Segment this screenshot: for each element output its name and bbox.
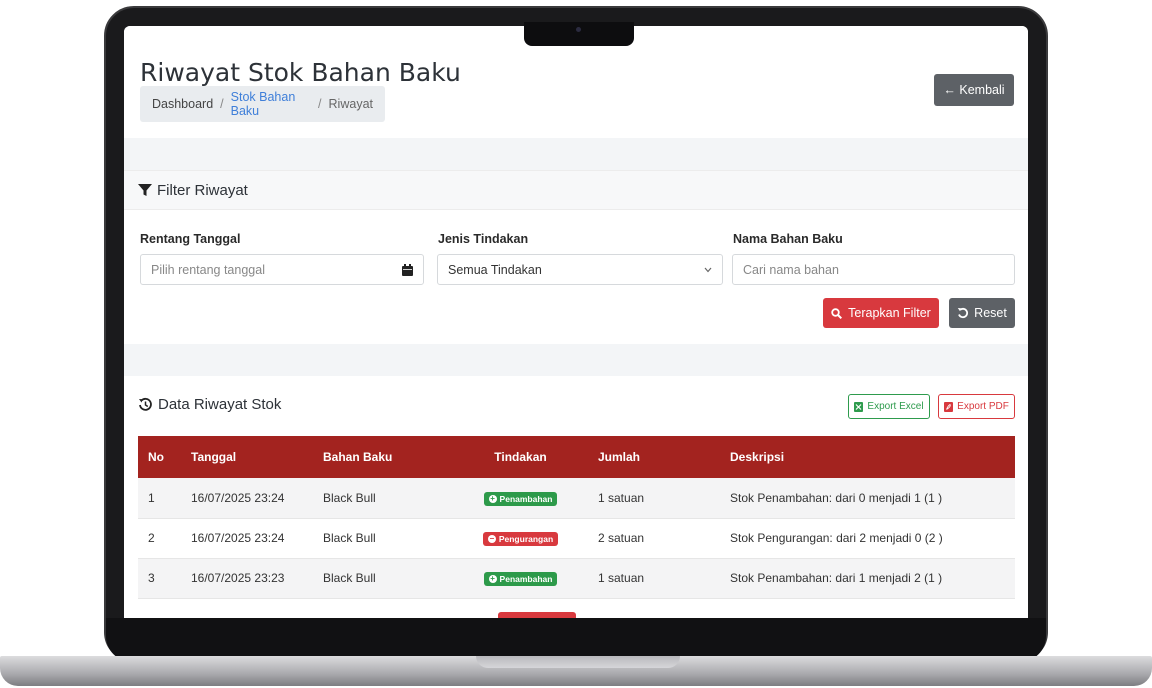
cell-item: Black Bull bbox=[313, 558, 453, 599]
breadcrumb-separator: / bbox=[220, 97, 224, 111]
cell-description: Stok Penambahan: dari 0 menjadi 1 (1 ) bbox=[720, 478, 1015, 519]
export-excel-button[interactable]: Export Excel bbox=[848, 394, 930, 419]
cell-amount: 1 satuan bbox=[588, 558, 720, 599]
action-type-value: Semua Tindakan bbox=[448, 262, 542, 277]
reset-button[interactable]: Reset bbox=[949, 298, 1015, 328]
column-header: Deskripsi bbox=[730, 450, 785, 464]
cell-action: + Penambahan bbox=[453, 558, 588, 599]
material-name-label: Nama Bahan Baku bbox=[733, 232, 843, 246]
action-badge-subtract: − Pengurangan bbox=[482, 532, 559, 546]
back-button[interactable]: ← Kembali bbox=[934, 74, 1014, 106]
laptop-opening-groove bbox=[476, 656, 680, 668]
table-header-row: No Tanggal Bahan Baku Tindakan Jumlah De… bbox=[138, 436, 1015, 478]
plus-circle-icon: + bbox=[488, 493, 497, 503]
cell-item: Black Bull bbox=[313, 518, 453, 559]
reset-label: Reset bbox=[974, 306, 1007, 320]
search-icon bbox=[831, 307, 843, 319]
breadcrumb-separator: / bbox=[318, 97, 322, 111]
date-range-placeholder: Pilih rentang tanggal bbox=[151, 262, 265, 277]
column-header: Tindakan bbox=[494, 450, 547, 464]
section-gap bbox=[124, 344, 1028, 376]
cell-date: 16/07/2025 23:24 bbox=[181, 518, 313, 559]
export-pdf-label: Export PDF bbox=[957, 401, 1009, 412]
plus-circle-icon: + bbox=[488, 574, 497, 583]
material-name-placeholder: Cari nama bahan bbox=[743, 262, 839, 277]
undo-icon bbox=[957, 307, 969, 319]
cell-no: 3 bbox=[138, 558, 181, 599]
pdf-file-icon bbox=[944, 401, 954, 412]
cell-date: 16/07/2025 23:23 bbox=[181, 558, 313, 599]
date-range-input[interactable]: Pilih rentang tanggal bbox=[140, 254, 424, 285]
breadcrumb-stok-bahan-baku[interactable]: Stok Bahan Baku bbox=[231, 90, 311, 118]
screen: Riwayat Stok Bahan Baku Dashboard / Stok… bbox=[124, 26, 1028, 618]
data-card-header: Data Riwayat Stok bbox=[138, 396, 281, 413]
action-type-label: Jenis Tindakan bbox=[438, 232, 529, 246]
history-icon bbox=[139, 397, 152, 411]
breadcrumb: Dashboard / Stok Bahan Baku / Riwayat bbox=[140, 86, 385, 122]
action-badge-add: + Penambahan bbox=[483, 572, 558, 586]
cell-action: + Penambahan bbox=[453, 478, 588, 519]
table-row: 3 16/07/2025 23:23 Black Bull + Penambaha… bbox=[138, 558, 1015, 599]
section-gap bbox=[124, 138, 1028, 170]
cell-action: − Pengurangan bbox=[453, 518, 588, 559]
badge-label: Pengurangan bbox=[498, 534, 554, 544]
chevron-down-icon bbox=[704, 267, 712, 272]
cell-description: Stok Pengurangan: dari 2 menjadi 0 (2 ) bbox=[720, 518, 1015, 559]
excel-file-icon bbox=[854, 401, 864, 412]
column-header: Bahan Baku bbox=[323, 450, 393, 464]
column-header: No bbox=[148, 450, 164, 464]
calendar-icon bbox=[402, 263, 413, 276]
cell-amount: 1 satuan bbox=[588, 478, 720, 519]
cell-item: Black Bull bbox=[313, 478, 453, 519]
table-row: 2 16/07/2025 23:24 Black Bull − Pengurang… bbox=[138, 518, 1015, 559]
cell-date: 16/07/2025 23:24 bbox=[181, 478, 313, 519]
date-range-label: Rentang Tanggal bbox=[140, 232, 241, 246]
breadcrumb-dashboard[interactable]: Dashboard bbox=[152, 97, 213, 111]
camera-lens bbox=[576, 27, 581, 32]
material-name-input[interactable]: Cari nama bahan bbox=[732, 254, 1015, 285]
minus-circle-icon: − bbox=[487, 534, 496, 543]
table-row: 1 16/07/2025 23:24 Black Bull + Penambaha… bbox=[138, 478, 1015, 519]
filter-card-header: Filter Riwayat bbox=[124, 170, 1028, 210]
badge-label: Penambahan bbox=[499, 493, 553, 504]
column-header: Jumlah bbox=[598, 450, 641, 464]
breadcrumb-current: Riwayat bbox=[328, 97, 373, 111]
page-title: Riwayat Stok Bahan Baku bbox=[140, 58, 461, 87]
apply-filter-button[interactable]: Terapkan Filter bbox=[823, 298, 939, 328]
cell-description: Stok Penambahan: dari 1 menjadi 2 (1 ) bbox=[720, 558, 1015, 599]
camera-notch bbox=[524, 22, 634, 46]
cell-no: 2 bbox=[138, 518, 181, 559]
cell-no: 1 bbox=[138, 478, 181, 519]
stock-history-table: No Tanggal Bahan Baku Tindakan Jumlah De… bbox=[138, 436, 1015, 599]
export-excel-label: Export Excel bbox=[867, 401, 924, 412]
filter-icon bbox=[138, 184, 152, 196]
column-header: Tanggal bbox=[191, 450, 237, 464]
cell-amount: 2 satuan bbox=[588, 518, 720, 559]
data-title: Data Riwayat Stok bbox=[158, 396, 282, 413]
filter-title: Filter Riwayat bbox=[157, 181, 248, 199]
badge-label: Penambahan bbox=[499, 574, 553, 584]
export-pdf-button[interactable]: Export PDF bbox=[938, 394, 1015, 419]
apply-filter-label: Terapkan Filter bbox=[848, 306, 931, 320]
action-type-select[interactable]: Semua Tindakan bbox=[437, 254, 723, 285]
action-badge-add: + Penambahan bbox=[483, 491, 558, 506]
